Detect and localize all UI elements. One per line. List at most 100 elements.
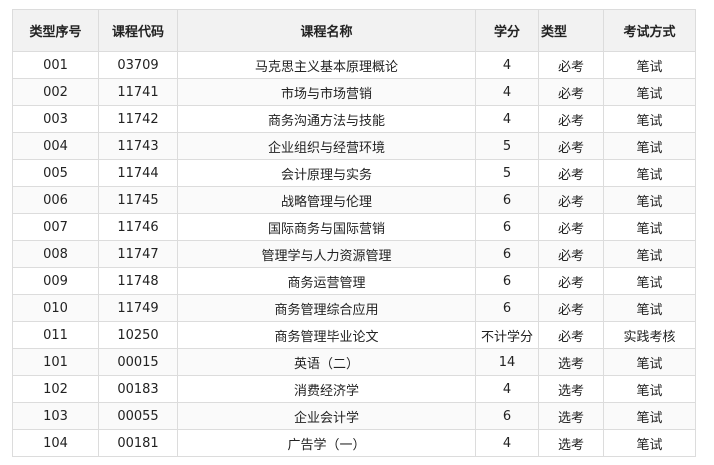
cell-credit: 4 bbox=[475, 375, 539, 403]
cell-seq: 102 bbox=[12, 375, 99, 403]
cell-exam: 实践考核 bbox=[603, 321, 696, 349]
header-credit: 学分 bbox=[475, 9, 539, 52]
table-header: 类型序号 课程代码 课程名称 学分 类型 考试方式 bbox=[12, 9, 696, 52]
cell-credit: 4 bbox=[475, 51, 539, 79]
cell-name: 消费经济学 bbox=[177, 375, 476, 403]
cell-code: 10250 bbox=[98, 321, 178, 349]
cell-name: 广告学（一） bbox=[177, 429, 476, 457]
cell-name: 企业会计学 bbox=[177, 402, 476, 430]
course-table: 类型序号 课程代码 课程名称 学分 类型 考试方式 001 03709 马克思主… bbox=[12, 9, 696, 457]
cell-type: 必考 bbox=[538, 132, 604, 160]
table-row: 006 11745 战略管理与伦理 6 必考 笔试 bbox=[12, 186, 696, 214]
cell-name: 商务管理毕业论文 bbox=[177, 321, 476, 349]
cell-credit: 6 bbox=[475, 294, 539, 322]
cell-name: 商务沟通方法与技能 bbox=[177, 105, 476, 133]
cell-type: 选考 bbox=[538, 348, 604, 376]
cell-type: 必考 bbox=[538, 267, 604, 295]
cell-seq: 004 bbox=[12, 132, 99, 160]
cell-code: 11741 bbox=[98, 78, 178, 106]
cell-seq: 006 bbox=[12, 186, 99, 214]
table-row: 007 11746 国际商务与国际营销 6 必考 笔试 bbox=[12, 213, 696, 241]
cell-seq: 101 bbox=[12, 348, 99, 376]
cell-type: 必考 bbox=[538, 240, 604, 268]
cell-credit: 5 bbox=[475, 132, 539, 160]
cell-name: 商务运营管理 bbox=[177, 267, 476, 295]
cell-code: 11747 bbox=[98, 240, 178, 268]
cell-code: 00183 bbox=[98, 375, 178, 403]
cell-exam: 笔试 bbox=[603, 429, 696, 457]
cell-type: 选考 bbox=[538, 375, 604, 403]
header-row: 类型序号 课程代码 课程名称 学分 类型 考试方式 bbox=[12, 9, 696, 52]
cell-name: 市场与市场营销 bbox=[177, 78, 476, 106]
cell-seq: 009 bbox=[12, 267, 99, 295]
cell-type: 必考 bbox=[538, 159, 604, 187]
cell-name: 管理学与人力资源管理 bbox=[177, 240, 476, 268]
cell-exam: 笔试 bbox=[603, 348, 696, 376]
cell-code: 00181 bbox=[98, 429, 178, 457]
cell-code: 00055 bbox=[98, 402, 178, 430]
cell-credit: 4 bbox=[475, 78, 539, 106]
cell-type: 选考 bbox=[538, 402, 604, 430]
cell-name: 国际商务与国际营销 bbox=[177, 213, 476, 241]
table-row: 002 11741 市场与市场营销 4 必考 笔试 bbox=[12, 78, 696, 106]
cell-code: 11746 bbox=[98, 213, 178, 241]
table-row: 005 11744 会计原理与实务 5 必考 笔试 bbox=[12, 159, 696, 187]
cell-code: 00015 bbox=[98, 348, 178, 376]
table-row: 008 11747 管理学与人力资源管理 6 必考 笔试 bbox=[12, 240, 696, 268]
cell-type: 必考 bbox=[538, 105, 604, 133]
table-row: 104 00181 广告学（一） 4 选考 笔试 bbox=[12, 429, 696, 457]
cell-seq: 002 bbox=[12, 78, 99, 106]
cell-name: 马克思主义基本原理概论 bbox=[177, 51, 476, 79]
table-row: 010 11749 商务管理综合应用 6 必考 笔试 bbox=[12, 294, 696, 322]
cell-credit: 6 bbox=[475, 402, 539, 430]
cell-code: 11745 bbox=[98, 186, 178, 214]
cell-seq: 010 bbox=[12, 294, 99, 322]
cell-credit: 4 bbox=[475, 105, 539, 133]
cell-code: 11748 bbox=[98, 267, 178, 295]
cell-exam: 笔试 bbox=[603, 294, 696, 322]
cell-exam: 笔试 bbox=[603, 267, 696, 295]
cell-code: 11742 bbox=[98, 105, 178, 133]
header-name: 课程名称 bbox=[177, 9, 476, 52]
cell-exam: 笔试 bbox=[603, 240, 696, 268]
cell-exam: 笔试 bbox=[603, 402, 696, 430]
cell-code: 11744 bbox=[98, 159, 178, 187]
table-row: 001 03709 马克思主义基本原理概论 4 必考 笔试 bbox=[12, 51, 696, 79]
cell-seq: 003 bbox=[12, 105, 99, 133]
cell-credit: 6 bbox=[475, 267, 539, 295]
cell-name: 商务管理综合应用 bbox=[177, 294, 476, 322]
cell-exam: 笔试 bbox=[603, 132, 696, 160]
cell-code: 11743 bbox=[98, 132, 178, 160]
table-row: 009 11748 商务运营管理 6 必考 笔试 bbox=[12, 267, 696, 295]
cell-name: 英语（二） bbox=[177, 348, 476, 376]
cell-exam: 笔试 bbox=[603, 375, 696, 403]
cell-exam: 笔试 bbox=[603, 78, 696, 106]
course-table-container: 类型序号 课程代码 课程名称 学分 类型 考试方式 001 03709 马克思主… bbox=[12, 9, 696, 457]
cell-credit: 不计学分 bbox=[475, 321, 539, 349]
cell-type: 选考 bbox=[538, 429, 604, 457]
cell-seq: 103 bbox=[12, 402, 99, 430]
cell-seq: 001 bbox=[12, 51, 99, 79]
cell-name: 企业组织与经营环境 bbox=[177, 132, 476, 160]
table-body: 001 03709 马克思主义基本原理概论 4 必考 笔试 002 11741 … bbox=[12, 51, 696, 457]
cell-type: 必考 bbox=[538, 78, 604, 106]
cell-type: 必考 bbox=[538, 321, 604, 349]
cell-code: 11749 bbox=[98, 294, 178, 322]
table-row: 004 11743 企业组织与经营环境 5 必考 笔试 bbox=[12, 132, 696, 160]
cell-exam: 笔试 bbox=[603, 186, 696, 214]
cell-type: 必考 bbox=[538, 294, 604, 322]
cell-type: 必考 bbox=[538, 51, 604, 79]
header-type: 类型 bbox=[538, 9, 604, 52]
header-code: 课程代码 bbox=[98, 9, 178, 52]
cell-type: 必考 bbox=[538, 186, 604, 214]
cell-exam: 笔试 bbox=[603, 51, 696, 79]
cell-credit: 5 bbox=[475, 159, 539, 187]
table-row: 003 11742 商务沟通方法与技能 4 必考 笔试 bbox=[12, 105, 696, 133]
cell-seq: 008 bbox=[12, 240, 99, 268]
cell-credit: 6 bbox=[475, 240, 539, 268]
cell-code: 03709 bbox=[98, 51, 178, 79]
cell-seq: 005 bbox=[12, 159, 99, 187]
header-seq: 类型序号 bbox=[12, 9, 99, 52]
cell-exam: 笔试 bbox=[603, 105, 696, 133]
cell-exam: 笔试 bbox=[603, 159, 696, 187]
